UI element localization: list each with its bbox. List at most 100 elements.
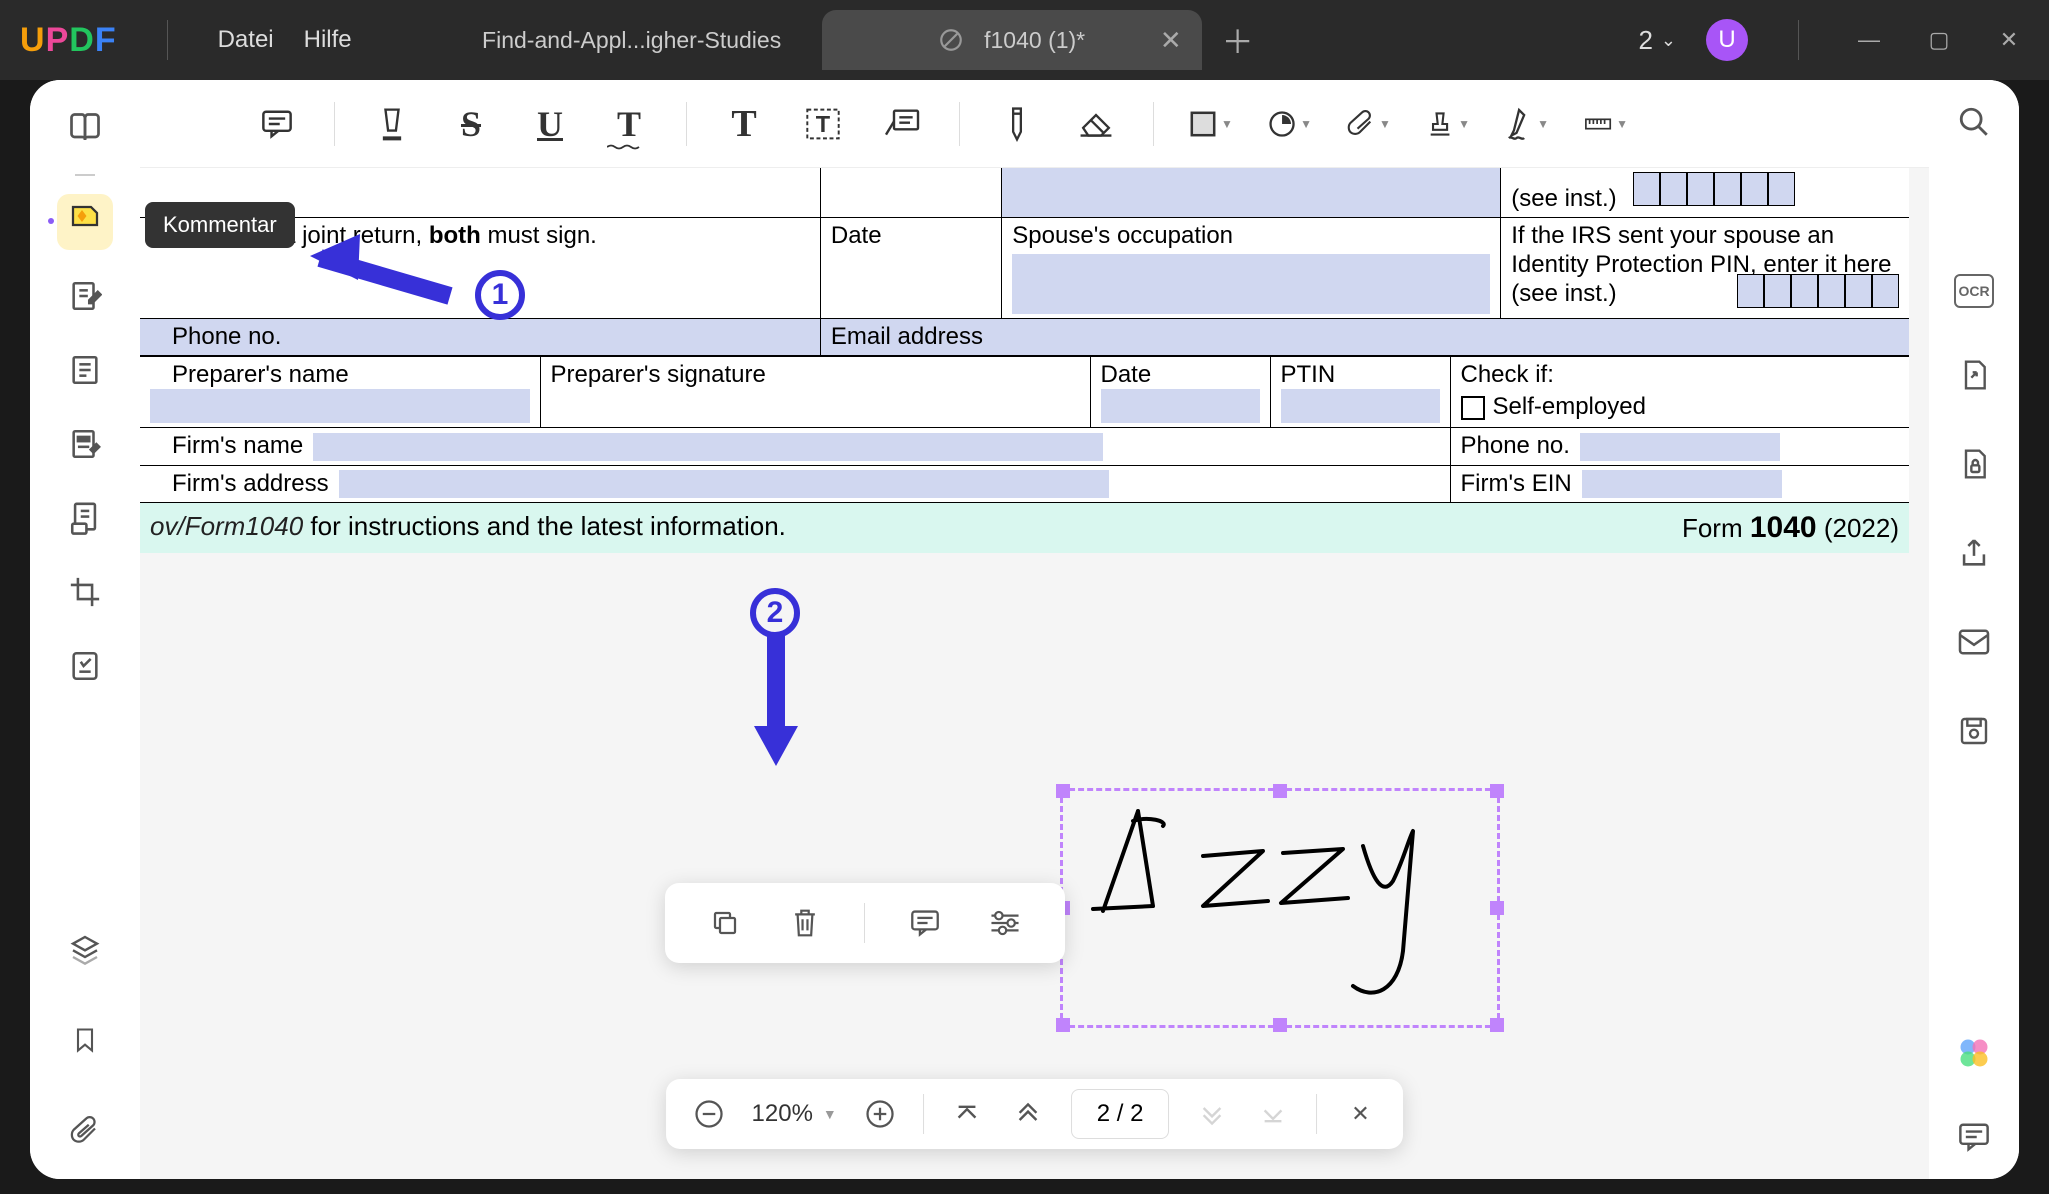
flower-icon[interactable] — [1952, 1031, 1996, 1075]
zoom-in-button[interactable] — [862, 1096, 898, 1132]
email-icon[interactable] — [1952, 620, 1996, 664]
notes-panel-icon[interactable] — [1952, 1115, 1996, 1159]
tab-close-icon[interactable]: ✕ — [1160, 25, 1182, 56]
annotation-number-1: 1 — [475, 270, 525, 320]
organize-icon[interactable] — [57, 490, 113, 546]
properties-icon[interactable] — [985, 903, 1025, 943]
minimize-button[interactable]: — — [1849, 27, 1889, 53]
phone2-field[interactable] — [1580, 433, 1780, 461]
user-avatar[interactable]: U — [1706, 19, 1748, 61]
close-button[interactable]: ✕ — [1989, 27, 2029, 53]
callout-icon[interactable] — [880, 102, 924, 146]
stamp-icon[interactable]: ▼ — [1426, 102, 1470, 146]
search-icon[interactable] — [1952, 100, 1996, 144]
resize-handle[interactable] — [1273, 1018, 1287, 1032]
attachment-icon[interactable] — [57, 1103, 113, 1159]
reader-icon[interactable] — [57, 100, 113, 156]
spouse-occ-field[interactable] — [1012, 254, 1490, 314]
document-area[interactable]: (see inst.) signature. If a joint return… — [140, 168, 1929, 1179]
note-icon[interactable] — [255, 102, 299, 146]
comment-tooltip: Kommentar — [145, 202, 295, 248]
attach-icon[interactable]: ▼ — [1347, 102, 1391, 146]
tab-1[interactable]: Find-and-Appl...igher-Studies — [442, 10, 822, 70]
strikethrough-icon[interactable]: S — [449, 102, 493, 146]
edit-icon[interactable] — [57, 268, 113, 324]
page-indicator[interactable]: 2 / 2 — [1071, 1089, 1170, 1139]
text-icon[interactable]: T — [722, 102, 766, 146]
resize-handle[interactable] — [1273, 784, 1287, 798]
prep-name-label: Preparer's name — [150, 361, 530, 389]
ptin-label: PTIN — [1281, 361, 1440, 389]
signature-drawing — [1063, 791, 1503, 1031]
save-icon[interactable] — [1952, 709, 1996, 753]
layers-icon[interactable] — [57, 921, 113, 977]
share-icon[interactable] — [1952, 531, 1996, 575]
signature-selection[interactable] — [1060, 788, 1500, 1028]
redact-icon[interactable] — [57, 416, 113, 472]
comment-tool-icon[interactable] — [57, 194, 113, 250]
menu-help[interactable]: Hilfe — [304, 26, 352, 54]
self-emp-checkbox[interactable] — [1461, 396, 1485, 420]
document-page: (see inst.) signature. If a joint return… — [140, 168, 1909, 553]
shape-icon[interactable]: ▼ — [1268, 102, 1312, 146]
form-num: 1040 — [1750, 511, 1817, 544]
pin-boxes[interactable] — [1633, 172, 1795, 206]
firm-addr-field[interactable] — [339, 470, 1109, 498]
close-pagebar-button[interactable]: ✕ — [1342, 1096, 1378, 1132]
form-icon[interactable] — [57, 638, 113, 694]
rectangle-icon[interactable]: ▼ — [1189, 102, 1233, 146]
firm-ein-field[interactable] — [1582, 470, 1782, 498]
delete-icon[interactable] — [785, 903, 825, 943]
prev-page-button[interactable] — [1010, 1096, 1046, 1132]
divider — [1798, 20, 1799, 60]
see-inst-label: (see inst.) — [1511, 185, 1616, 212]
page-tool-icon[interactable] — [57, 342, 113, 398]
zoom-level[interactable]: 120%▼ — [752, 1100, 837, 1128]
context-menu — [665, 883, 1065, 963]
prep-name-field[interactable] — [150, 389, 530, 423]
menu-file[interactable]: Datei — [218, 26, 274, 54]
prep-sig-label: Preparer's signature — [540, 357, 1090, 428]
spouse-occ-label: Spouse's occupation — [1012, 222, 1490, 250]
maximize-button[interactable]: ▢ — [1919, 27, 1959, 53]
firm-name-field[interactable] — [313, 433, 1103, 461]
crop-icon[interactable] — [57, 564, 113, 620]
textbox-icon[interactable]: T — [801, 102, 845, 146]
first-page-button[interactable] — [949, 1096, 985, 1132]
tabs-container: Find-and-Appl...igher-Studies f1040 (1)*… — [442, 10, 1609, 70]
last-page-button[interactable] — [1255, 1096, 1291, 1132]
copy-icon[interactable] — [705, 903, 745, 943]
highlight-icon[interactable] — [370, 102, 414, 146]
separator — [1316, 1094, 1317, 1134]
eraser-icon[interactable] — [1074, 102, 1118, 146]
protect-icon[interactable] — [1952, 442, 1996, 486]
signature-icon[interactable]: ▼ — [1505, 102, 1549, 146]
pencil-icon[interactable] — [995, 102, 1039, 146]
firm-ein-label: Firm's EIN — [1461, 470, 1572, 497]
comment-icon[interactable] — [905, 903, 945, 943]
date2-field[interactable] — [1101, 389, 1260, 423]
separator — [864, 903, 865, 943]
tab-count[interactable]: 2⌄ — [1638, 25, 1676, 56]
separator — [923, 1094, 924, 1134]
resize-handle[interactable] — [1056, 1018, 1070, 1032]
convert-icon[interactable] — [1952, 353, 1996, 397]
resize-handle[interactable] — [1490, 901, 1504, 915]
tab-add-button[interactable]: ＋ — [1222, 17, 1254, 63]
zoom-out-button[interactable] — [691, 1096, 727, 1132]
resize-handle[interactable] — [1490, 1018, 1504, 1032]
ruler-icon[interactable]: ▼ — [1584, 102, 1628, 146]
firm-addr-label: Firm's address — [150, 470, 329, 497]
page-navigation-bar: 120%▼ 2 / 2 ✕ — [666, 1079, 1404, 1149]
squiggly-icon[interactable]: T — [607, 102, 651, 146]
underline-icon[interactable]: U — [528, 102, 572, 146]
resize-handle[interactable] — [1490, 784, 1504, 798]
ptin-field[interactable] — [1281, 389, 1440, 423]
separator — [334, 102, 335, 146]
next-page-button[interactable] — [1194, 1096, 1230, 1132]
date-label: Date — [820, 218, 1001, 319]
resize-handle[interactable] — [1056, 784, 1070, 798]
ocr-button[interactable]: OCR — [1954, 274, 1994, 308]
tab-2[interactable]: f1040 (1)* ✕ — [822, 10, 1202, 70]
bookmark-icon[interactable] — [57, 1012, 113, 1068]
